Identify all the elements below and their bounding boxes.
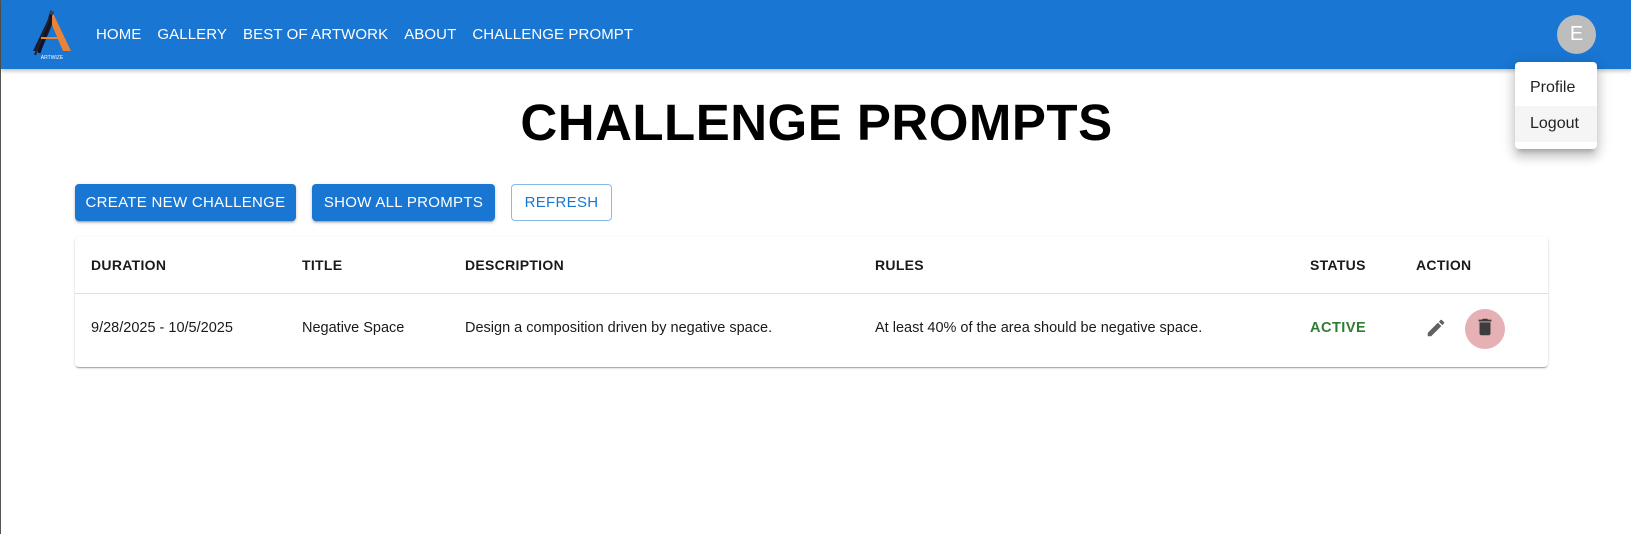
nav-challenge-prompt[interactable]: CHALLENGE PROMPT xyxy=(472,26,633,43)
page-title: CHALLENGE PROMPTS xyxy=(520,94,1113,151)
cell-title: Negative Space xyxy=(302,320,405,336)
delete-button[interactable] xyxy=(1465,309,1505,349)
svg-text:ARTWIZE: ARTWIZE xyxy=(41,55,64,61)
refresh-button[interactable]: REFRESH xyxy=(511,184,612,221)
column-header-action: ACTION xyxy=(1416,257,1472,273)
column-header-title[interactable]: TITLE xyxy=(302,257,342,273)
challenge-table: DURATION TITLE DESCRIPTION RULES STATUS … xyxy=(75,237,1548,367)
show-all-prompts-button[interactable]: SHOW ALL PROMPTS xyxy=(312,184,495,221)
status-badge: ACTIVE xyxy=(1310,320,1367,336)
cell-rules: At least 40% of the area should be negat… xyxy=(875,320,1203,336)
cell-duration: 9/28/2025 - 10/5/2025 xyxy=(91,320,233,336)
nav-gallery[interactable]: GALLERY xyxy=(157,26,227,43)
column-header-status[interactable]: STATUS xyxy=(1310,257,1366,273)
column-header-duration[interactable]: DURATION xyxy=(91,257,166,273)
table-row: 9/28/2025 - 10/5/2025 Negative Space Des… xyxy=(75,295,1548,367)
artwize-logo-icon[interactable]: ARTWIZE xyxy=(25,7,79,61)
column-header-rules[interactable]: RULES xyxy=(875,257,924,273)
edit-button[interactable] xyxy=(1416,310,1456,350)
nav-home[interactable]: HOME xyxy=(96,26,141,43)
trash-icon xyxy=(1474,316,1496,343)
table-header-row: DURATION TITLE DESCRIPTION RULES STATUS … xyxy=(75,237,1548,294)
pencil-icon xyxy=(1425,317,1447,344)
main-nav: HOME GALLERY BEST OF ARTWORK ABOUT CHALL… xyxy=(96,0,649,69)
column-header-description[interactable]: DESCRIPTION xyxy=(465,257,564,273)
create-new-challenge-button[interactable]: CREATE NEW CHALLENGE xyxy=(75,184,296,221)
nav-best-of-artwork[interactable]: BEST OF ARTWORK xyxy=(243,26,388,43)
user-avatar[interactable]: E xyxy=(1557,15,1596,54)
app-bar: ARTWIZE HOME GALLERY BEST OF ARTWORK ABO… xyxy=(1,0,1631,69)
cell-description: Design a composition driven by negative … xyxy=(465,320,773,336)
nav-about[interactable]: ABOUT xyxy=(404,26,456,43)
